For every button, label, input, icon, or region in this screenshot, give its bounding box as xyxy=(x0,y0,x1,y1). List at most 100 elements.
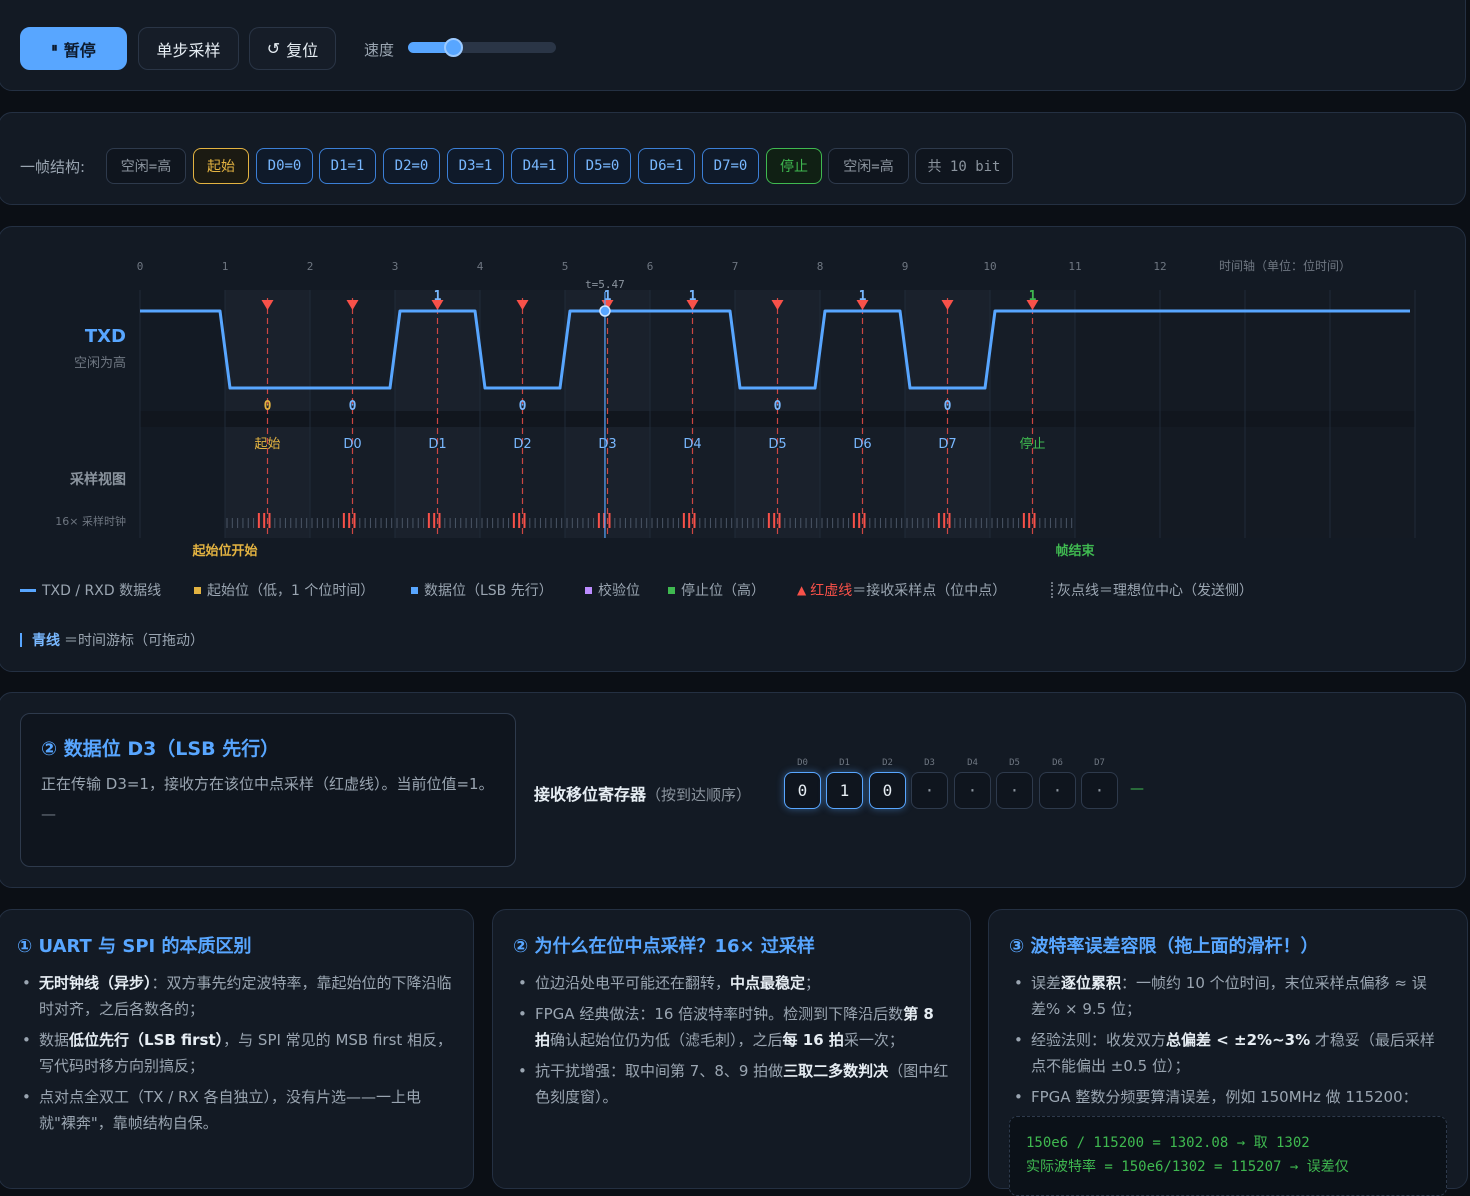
frame-chip: D0=0 xyxy=(256,148,313,184)
register-cell: · xyxy=(1081,772,1118,809)
register-bit-label: D2 xyxy=(882,758,893,768)
list-item: FPGA 经典做法：16 倍波特率时钟。检测到下降沿后数第 8 拍确认起始位仍为… xyxy=(513,1001,950,1053)
txd-sub-label: 空闲为高 xyxy=(73,356,126,371)
speed-slider-knob[interactable] xyxy=(443,38,463,57)
reset-icon: ↺ xyxy=(266,39,281,58)
stop-swatch xyxy=(668,586,675,594)
bit-value-label: 1 xyxy=(1029,289,1037,304)
bit-name-label: D3 xyxy=(598,437,616,452)
line-swatch xyxy=(20,588,36,592)
tick-label: 8 xyxy=(817,260,824,273)
bit-name-label: D1 xyxy=(428,437,446,452)
legend-parity: 校验位 xyxy=(585,580,640,600)
frame-chip: 共 10 bit xyxy=(915,148,1013,184)
bit-name-label: 起始 xyxy=(254,437,280,452)
data-swatch xyxy=(411,586,418,594)
bit-name-label: D2 xyxy=(513,437,531,452)
reset-button[interactable]: ↺ 复位 xyxy=(249,27,336,70)
list-item: 数据低位先行（LSB first），与 SPI 常见的 MSB first 相反… xyxy=(17,1027,455,1079)
bit-name-label: 停止 xyxy=(1019,436,1045,452)
bit-name-label: D7 xyxy=(938,437,956,452)
tick-label: 9 xyxy=(902,260,909,273)
register-cell: · xyxy=(1039,772,1076,809)
step-sample-button[interactable]: 单步采样 xyxy=(138,27,239,70)
tick-label: 2 xyxy=(307,260,314,273)
info-title: ② 为什么在位中点采样？16× 过采样 xyxy=(513,936,815,957)
bit-status-text: 正在传输 D3=1，接收方在该位中点采样（红虚线）。当前位值=1。 xyxy=(41,775,494,793)
frame-chip: D6=1 xyxy=(638,148,695,184)
sampling-view-label: 采样视图 xyxy=(70,472,126,488)
legend-stop: 停止位（高） xyxy=(668,580,765,600)
register-cell: 0 xyxy=(869,772,906,809)
speed-slider[interactable] xyxy=(408,38,556,57)
bit-name-label: D4 xyxy=(683,437,701,452)
list-item: 抗干扰增强：取中间第 7、8、9 拍做三取二多数判决（图中红色刻度窗）。 xyxy=(513,1058,950,1110)
tick-label: 6 xyxy=(647,260,654,273)
register-bit-label: D1 xyxy=(839,758,850,768)
register-bit-label: D4 xyxy=(967,758,978,768)
frame-chip: 起始 xyxy=(193,148,249,184)
pause-icon: ⏸ xyxy=(51,41,58,56)
tick-label: 4 xyxy=(477,260,484,273)
bit-value-label: 0 xyxy=(944,399,952,414)
list-item: 误差逐位累积：一帧约 10 个位时间，末位采样点偏移 ≈ 误差% × 9.5 位… xyxy=(1009,970,1447,1022)
register-cell: · xyxy=(996,772,1033,809)
tick-label: 1 xyxy=(222,260,229,273)
bit-name-label: D6 xyxy=(853,437,871,452)
frame-chip: D3=1 xyxy=(447,148,504,184)
bit-value-label: 1 xyxy=(859,289,867,304)
register-cell: 0 xyxy=(784,772,821,809)
info-card-midpoint-sampling: ② 为什么在位中点采样？16× 过采样 位边沿处电平可能还在翻转，中点最稳定； … xyxy=(492,909,971,1189)
list-item: 点对点全双工（TX / RX 各自独立），没有片选——一上电就"裸奔"，靠帧结构… xyxy=(17,1084,455,1136)
axis-caption: 时间轴（单位：位时间） xyxy=(1219,258,1351,273)
legend-line: TXD / RXD 数据线 xyxy=(20,580,161,600)
bit-status-box: ② 数据位 D3（LSB 先行） 正在传输 D3=1，接收方在该位中点采样（红虚… xyxy=(20,713,516,867)
legend-data: 数据位（LSB 先行） xyxy=(411,580,553,600)
info-card-baud-tolerance: ③ 波特率误差容限（拖上面的滑杆！） 误差逐位累积：一帧约 10 个位时间，末位… xyxy=(988,909,1468,1196)
tick-label: 11 xyxy=(1068,260,1081,273)
start-marker-label: 起始位开始 xyxy=(191,543,257,559)
tick-label: 12 xyxy=(1153,260,1166,273)
tick-label: 7 xyxy=(732,260,739,273)
frame-chip: 停止 xyxy=(766,148,822,184)
register-bit-label: D6 xyxy=(1052,758,1063,768)
register-cell: · xyxy=(954,772,991,809)
list-item: 无时钟线（异步）：双方事先约定波特率，靠起始位的下降沿临时对齐，之后各数各的； xyxy=(17,970,455,1022)
info-card-uart-vs-spi: ① UART 与 SPI 的本质区别 无时钟线（异步）：双方事先约定波特率，靠起… xyxy=(0,909,474,1189)
tick-label: 3 xyxy=(392,260,399,273)
legend-sample: ▲ 红虚线 ＝接收采样点（位中点） xyxy=(797,583,1007,599)
time-cursor-dot xyxy=(599,305,611,317)
tick-label: 0 xyxy=(137,260,144,273)
frame-label: 一帧结构: xyxy=(20,158,86,176)
triangle-icon: ▲ xyxy=(797,583,807,597)
register-bit-label: D3 xyxy=(924,758,935,768)
frame-chip: 空闲=高 xyxy=(828,148,909,184)
cursor-line-icon xyxy=(20,633,22,647)
frame-chip: D2=0 xyxy=(383,148,440,184)
bit-value-label: 0 xyxy=(264,399,272,414)
bit-status-dash: — xyxy=(41,805,56,823)
speed-label: 速度 xyxy=(364,41,395,59)
waveform-chart[interactable]: 0 1 2 3 4 5 6 7 8 9 10 11 12 时间轴（单位：位时间）0起始0D01D10D21… xyxy=(0,226,1466,566)
frame-chip: D5=0 xyxy=(574,148,631,184)
tick-label: 5 xyxy=(562,260,569,273)
pause-button[interactable]: ⏸ 暂停 xyxy=(20,27,127,70)
sample-clock-label: 16× 采样时钟 xyxy=(55,515,126,528)
register-cell: 1 xyxy=(826,772,863,809)
list-item: 经验法则：收发双方总偏差 < ±2%~3% 才稳妥（最后采样点不能偏出 ±0.5… xyxy=(1009,1027,1447,1079)
frame-chip: 空闲=高 xyxy=(106,148,186,184)
end-marker-label: 帧结束 xyxy=(1055,543,1095,559)
bit-value-label: 1 xyxy=(689,289,697,304)
register-tail: — xyxy=(1130,781,1144,797)
bit-value-label: 0 xyxy=(519,399,527,414)
info-title: ① UART 与 SPI 的本质区别 xyxy=(17,936,252,957)
code-line: 150e6 / 115200 = 1302.08 → 取 1302 xyxy=(1026,1135,1310,1151)
legend-cursor: 青线 ＝时间游标（可拖动） xyxy=(20,630,204,650)
code-block: 150e6 / 115200 = 1302.08 → 取 1302 实际波特率 … xyxy=(1009,1116,1447,1196)
bit-value-label: 1 xyxy=(434,289,442,304)
register-bit-label: D5 xyxy=(1009,758,1020,768)
legend-start: 起始位（低，1 个位时间） xyxy=(194,580,374,600)
list-item: 位边沿处电平可能还在翻转，中点最稳定； xyxy=(513,970,950,996)
register-bit-label: D7 xyxy=(1094,758,1105,768)
info-title: ③ 波特率误差容限（拖上面的滑杆！） xyxy=(1009,936,1319,957)
